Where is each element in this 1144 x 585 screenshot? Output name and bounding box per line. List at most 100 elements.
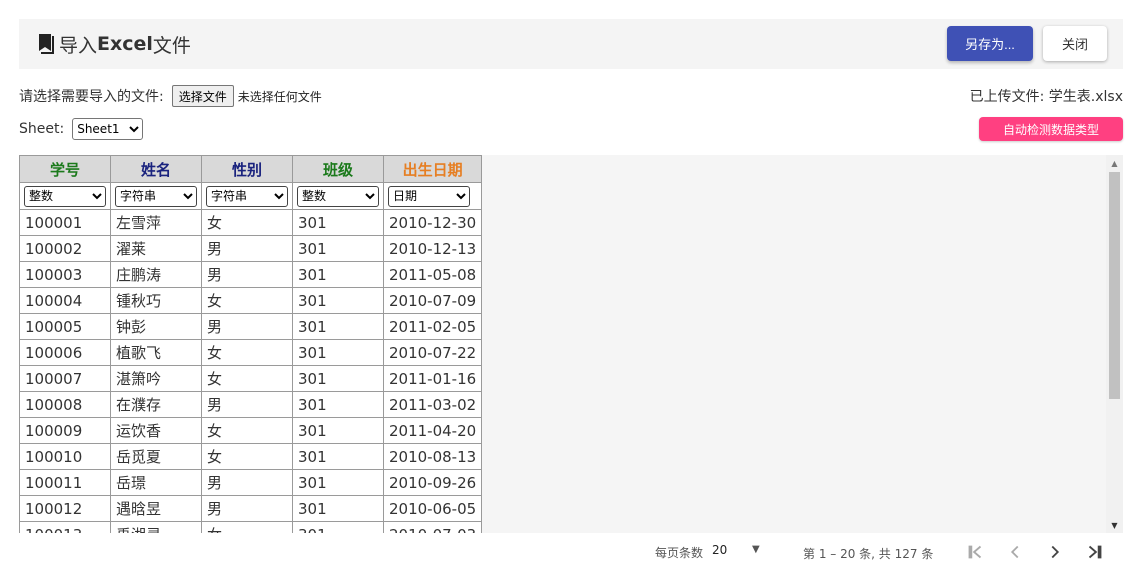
table-row: 100012 遇晗昱男 301 2010-06-05 — [19, 495, 483, 522]
table-cell: 100006 — [19, 339, 111, 366]
first-page-icon[interactable] — [962, 539, 988, 565]
table-cell: 301 — [292, 365, 384, 392]
table-cell: 植歌飞 — [110, 339, 202, 366]
table-cell: 301 — [292, 391, 384, 418]
table-cell: 301 — [292, 469, 384, 496]
save-as-button[interactable]: 另存为... — [947, 26, 1033, 61]
sheet-row: Sheet: Sheet1 — [19, 117, 144, 141]
vertical-scrollbar[interactable]: ▲ ▼ — [1106, 155, 1123, 533]
table-cell: 男 — [201, 261, 293, 288]
dropdown-arrow-icon[interactable]: ▼ — [752, 544, 766, 555]
table-cell: 2010-08-13 — [382, 443, 483, 470]
table-cell: 岳觅夏 — [110, 443, 202, 470]
table-cell: 2010-07-22 — [382, 339, 483, 366]
bookmark-icon — [39, 34, 54, 54]
dialog-title: 导入 Excel 文件 — [37, 19, 191, 69]
table-cell: 运饮香 — [110, 417, 202, 444]
type-select[interactable]: 字符串 — [115, 185, 197, 207]
uploaded-file-text: 已上传文件: 学生表.xlsx — [969, 89, 1123, 105]
sheet-select[interactable]: Sheet1 — [72, 118, 144, 140]
table-row: 100001 左雪萍女 301 2010-12-30 — [19, 209, 483, 236]
page-size-value[interactable]: 20 — [712, 543, 727, 557]
data-preview-area: 学号 姓名 性别 班级 出生日期 整数 字符串 字符串 整数 日期 100001… — [19, 155, 1123, 533]
close-button[interactable]: 关闭 — [1043, 26, 1107, 61]
auto-detect-types-button[interactable]: 自动检测数据类型 — [979, 117, 1123, 141]
table-row: 100007 湛箫吟女 301 2011-01-16 — [19, 365, 483, 392]
table-cell: 100004 — [19, 287, 111, 314]
choose-file-button[interactable]: 选择文件 — [171, 85, 234, 107]
table-cell: 301 — [292, 287, 384, 314]
data-table: 学号 姓名 性别 班级 出生日期 整数 字符串 字符串 整数 日期 100001… — [19, 155, 483, 533]
type-cell: 字符串 — [201, 182, 293, 210]
title-prefix: 导入 — [59, 34, 98, 57]
import-excel-dialog: 导入 Excel 文件 另存为... 关闭 请选择需要导入的文件: 选择文件 未选择… — [0, 0, 1144, 585]
column-header: 姓名 — [110, 155, 202, 183]
table-cell: 在濮存 — [110, 391, 202, 418]
table-cell: 岳璟 — [110, 469, 202, 496]
table-cell: 2010-07-03 — [382, 521, 483, 533]
table-cell: 2011-03-02 — [382, 391, 483, 418]
column-header: 学号 — [19, 155, 111, 183]
table-row: 100006 植歌飞女 301 2010-07-22 — [19, 339, 483, 366]
chevron-right-icon[interactable] — [1042, 539, 1068, 565]
table-cell: 301 — [292, 443, 384, 470]
table-cell: 100012 — [19, 495, 111, 522]
table-cell: 100002 — [19, 235, 111, 262]
table-cell: 濯莱 — [110, 235, 202, 262]
no-file-text: 未选择任何文件 — [237, 89, 322, 104]
table-cell: 301 — [292, 417, 384, 444]
table-cell: 100009 — [19, 417, 111, 444]
table-cell: 男 — [201, 495, 293, 522]
page-size-label: 每页条数 — [655, 546, 704, 560]
table-cell: 男 — [201, 469, 293, 496]
type-select[interactable]: 整数 — [297, 185, 379, 207]
table-row: 100011 岳璟男 301 2010-09-26 — [19, 469, 483, 496]
table-cell: 100010 — [19, 443, 111, 470]
table-cell: 左雪萍 — [110, 209, 202, 236]
page-range-text: 第 1 – 20 条, 共 127 条 — [803, 547, 934, 561]
table-cell: 禹湘灵 — [110, 521, 202, 533]
last-page-icon[interactable] — [1082, 539, 1108, 565]
table-row: 100010 岳觅夏女 301 2010-08-13 — [19, 443, 483, 470]
paginator: 每页条数 20 ▼ 第 1 – 20 条, 共 127 条 — [0, 535, 1144, 569]
table-cell: 301 — [292, 209, 384, 236]
scroll-down-icon[interactable]: ▼ — [1106, 517, 1123, 533]
table-cell: 301 — [292, 313, 384, 340]
type-select[interactable]: 字符串 — [206, 185, 288, 207]
table-cell: 301 — [292, 235, 384, 262]
table-cell: 100008 — [19, 391, 111, 418]
table-cell: 2010-07-09 — [382, 287, 483, 314]
type-select[interactable]: 整数 — [24, 185, 106, 207]
table-cell: 100007 — [19, 365, 111, 392]
table-cell: 100011 — [19, 469, 111, 496]
table-row: 100003 庄鹏涛男 301 2011-05-08 — [19, 261, 483, 288]
table-cell: 2011-04-20 — [382, 417, 483, 444]
table-cell: 2011-02-05 — [382, 313, 483, 340]
table-cell: 女 — [201, 417, 293, 444]
table-cell: 301 — [292, 521, 384, 533]
table-cell: 2010-12-13 — [382, 235, 483, 262]
file-select-row: 请选择需要导入的文件: 选择文件 未选择任何文件 — [19, 84, 322, 108]
table-cell: 301 — [292, 495, 384, 522]
table-cell: 2011-01-16 — [382, 365, 483, 392]
table-cell: 遇晗昱 — [110, 495, 202, 522]
scrollbar-thumb[interactable] — [1109, 172, 1120, 399]
table-row: 100009 运饮香女 301 2011-04-20 — [19, 417, 483, 444]
table-cell: 锺秋巧 — [110, 287, 202, 314]
type-select[interactable]: 日期 — [388, 185, 470, 207]
table-cell: 100003 — [19, 261, 111, 288]
table-cell: 100013 — [19, 521, 111, 533]
table-row: 100008 在濮存男 301 2011-03-02 — [19, 391, 483, 418]
table-cell: 男 — [201, 235, 293, 262]
column-header: 出生日期 — [382, 155, 483, 183]
table-cell: 女 — [201, 365, 293, 392]
chevron-left-icon[interactable] — [1002, 539, 1028, 565]
type-cell: 整数 — [292, 182, 384, 210]
table-cell: 2010-06-05 — [382, 495, 483, 522]
type-cell: 字符串 — [110, 182, 202, 210]
title-excel: Excel — [97, 33, 153, 55]
table-cell: 女 — [201, 521, 293, 533]
scroll-up-icon[interactable]: ▲ — [1106, 155, 1123, 171]
type-row: 整数 字符串 字符串 整数 日期 — [19, 182, 483, 210]
table-row: 100005 钟彭男 301 2011-02-05 — [19, 313, 483, 340]
